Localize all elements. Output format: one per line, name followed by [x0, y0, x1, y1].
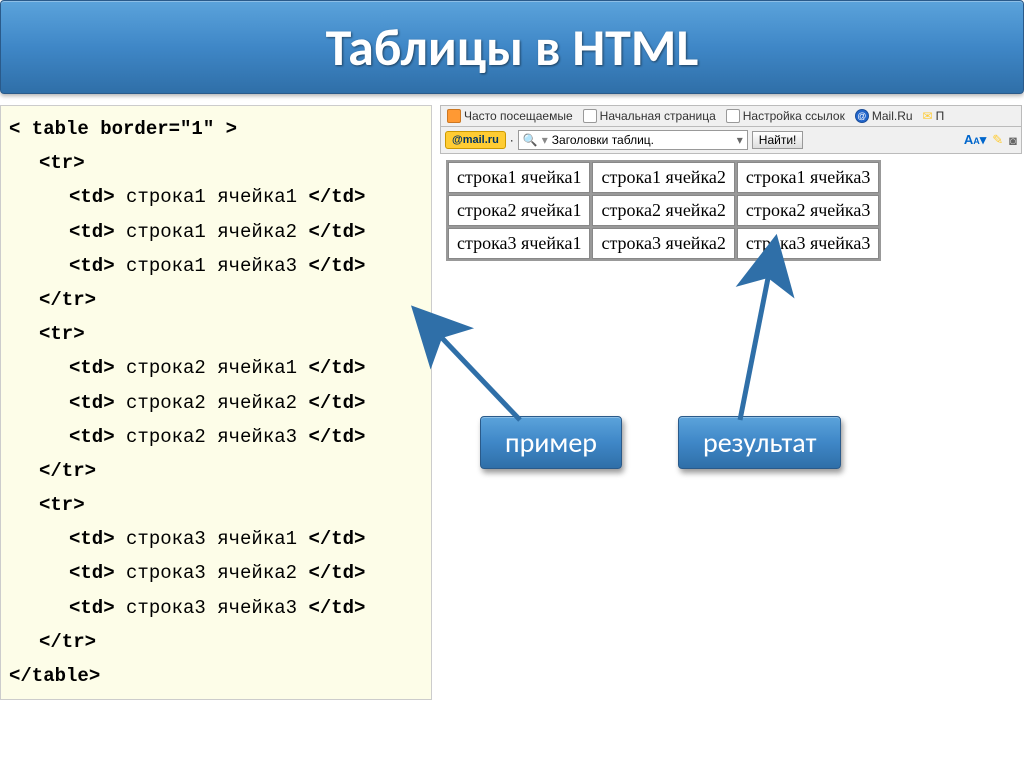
table-row: строка1 ячейка1 строка1 ячейка2 строка1 … [448, 162, 879, 193]
page-icon [583, 109, 597, 123]
code-line: <td> строка2 ячейка3 </td> [9, 420, 423, 454]
code-line: <tr> [9, 146, 423, 180]
search-text: Заголовки таблиц. [552, 133, 654, 147]
table-cell: строка2 ячейка3 [737, 195, 879, 226]
bookmark-item[interactable]: Начальная страница [583, 109, 716, 123]
dropdown-icon[interactable]: ▾ [737, 133, 743, 147]
folder-icon [447, 109, 461, 123]
search-toolbar: @mail.ru · 🔍 ▾ Заголовки таблиц. ▾ Найти… [440, 127, 1022, 154]
table-cell: строка3 ячейка2 [592, 228, 734, 259]
code-line: <tr> [9, 317, 423, 351]
code-line: <td> строка3 ячейка1 </td> [9, 522, 423, 556]
separator: · [510, 133, 514, 147]
code-example-panel: < table border="1" > <tr> <td> строка1 я… [0, 105, 432, 700]
label-result: результат [678, 416, 841, 469]
table-row: строка2 ячейка1 строка2 ячейка2 строка2 … [448, 195, 879, 226]
code-line: < table border="1" > [9, 118, 237, 140]
bookmark-item[interactable]: Часто посещаемые [447, 109, 573, 123]
mail-icon: @ [855, 109, 869, 123]
mail-logo[interactable]: @mail.ru [445, 131, 506, 149]
bookmark-item[interactable]: Настройка ссылок [726, 109, 845, 123]
highlight-icon[interactable]: ✎ [992, 132, 1003, 148]
slide-title-bar: Таблицы в HTML [0, 0, 1024, 94]
browser-result-panel: Часто посещаемые Начальная страница Наст… [440, 105, 1022, 267]
search-input[interactable]: 🔍 ▾ Заголовки таблиц. ▾ [518, 130, 748, 150]
table-cell: строка2 ячейка2 [592, 195, 734, 226]
code-line: </tr> [9, 283, 423, 317]
code-line: <td> строка1 ячейка2 </td> [9, 215, 423, 249]
camera-icon[interactable]: ◙ [1009, 133, 1017, 148]
code-line: </table> [9, 665, 100, 687]
envelope-icon: ✉ [923, 109, 933, 123]
label-example: пример [480, 416, 622, 469]
table-cell: строка1 ячейка2 [592, 162, 734, 193]
code-line: <td> строка2 ячейка2 </td> [9, 386, 423, 420]
code-line: <tr> [9, 488, 423, 522]
search-icon: 🔍 [523, 133, 538, 147]
code-line: <td> строка3 ячейка2 </td> [9, 556, 423, 590]
font-size-icon[interactable]: AA▾ [964, 132, 986, 148]
result-table: строка1 ячейка1 строка1 ячейка2 строка1 … [446, 160, 881, 261]
find-button[interactable]: Найти! [752, 131, 804, 149]
table-row: строка3 ячейка1 строка3 ячейка2 строка3 … [448, 228, 879, 259]
bookmarks-toolbar: Часто посещаемые Начальная страница Наст… [440, 105, 1022, 127]
code-line: <td> строка1 ячейка3 </td> [9, 249, 423, 283]
code-line: </tr> [9, 625, 423, 659]
code-line: <td> строка3 ячейка3 </td> [9, 591, 423, 625]
table-cell: строка3 ячейка1 [448, 228, 590, 259]
code-line: <td> строка1 ячейка1 </td> [9, 180, 423, 214]
slide-title: Таблицы в HTML [326, 15, 699, 79]
bookmark-item[interactable]: @Mail.Ru [855, 109, 913, 123]
table-cell: строка1 ячейка3 [737, 162, 879, 193]
table-cell: строка1 ячейка1 [448, 162, 590, 193]
bookmark-item[interactable]: ✉П [923, 109, 945, 123]
page-icon [726, 109, 740, 123]
table-cell: строка3 ячейка3 [737, 228, 879, 259]
code-line: <td> строка2 ячейка1 </td> [9, 351, 423, 385]
code-line: </tr> [9, 454, 423, 488]
table-cell: строка2 ячейка1 [448, 195, 590, 226]
dropdown-arrow-icon: ▾ [542, 133, 548, 147]
